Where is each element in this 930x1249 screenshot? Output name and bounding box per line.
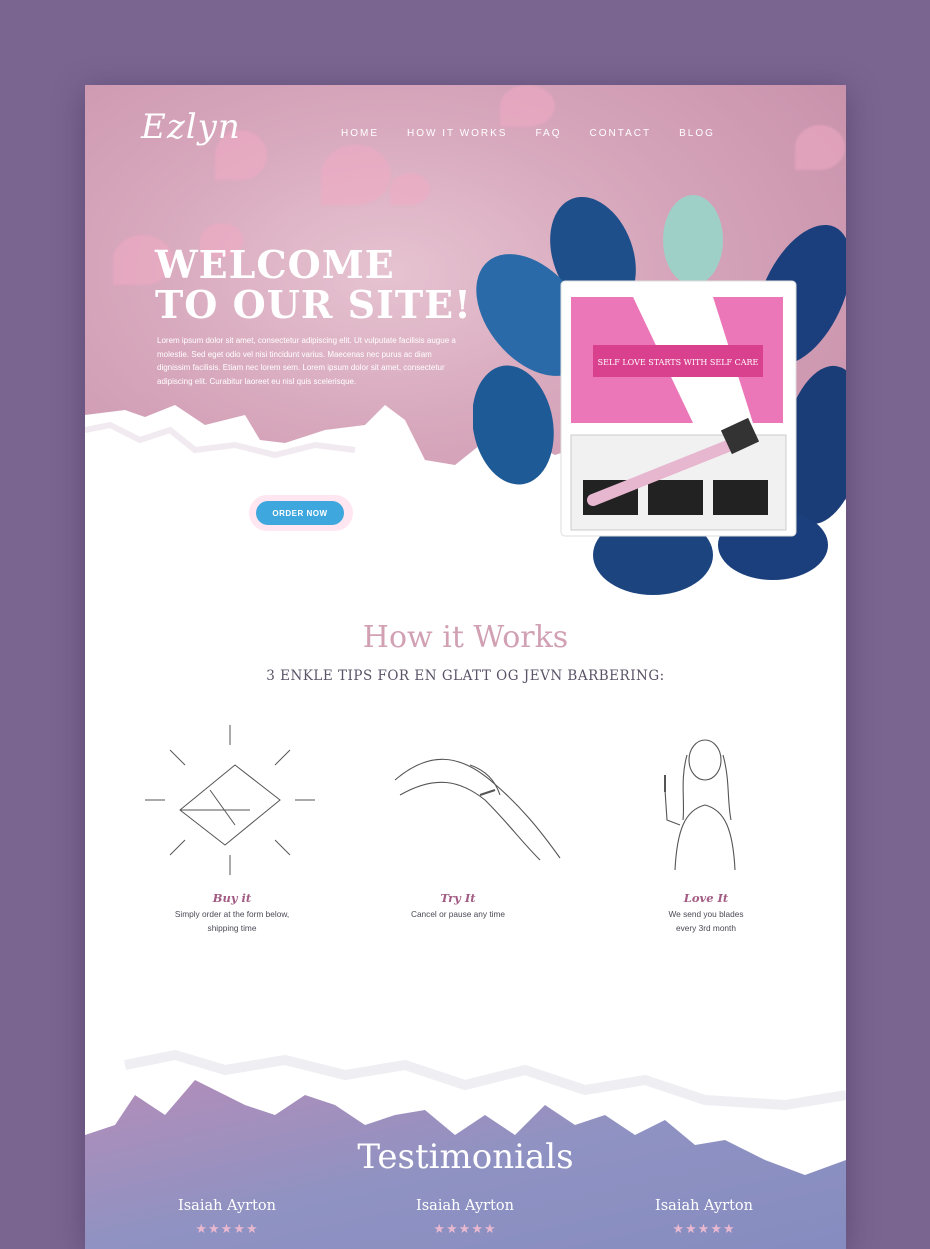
nav-contact[interactable]: CONTACT <box>590 128 652 139</box>
how-it-works-title: How it Works <box>362 620 569 655</box>
testimonial-name: Isaiah Ayrton <box>178 1198 276 1214</box>
hero-title-line-2: TO OUR SITE! <box>155 282 472 327</box>
star-rating: ★★★★★ <box>195 1221 259 1236</box>
step-title: Try It <box>440 891 476 905</box>
step-text-line-2: every 3rd month <box>676 923 736 933</box>
petal-decoration <box>795 125 845 170</box>
step-title: Buy it <box>212 891 252 905</box>
envelope-sketch-icon <box>145 725 315 875</box>
main-nav: HOME HOW IT WORKS FAQ CONTACT BLOG <box>341 128 715 139</box>
testimonials-title: Testimonials <box>357 1137 574 1177</box>
hero-body-text: Lorem ipsum dolor sit amet, consectetur … <box>157 336 456 386</box>
nav-home[interactable]: HOME <box>341 128 379 139</box>
nav-faq[interactable]: FAQ <box>535 128 561 139</box>
petal-decoration <box>390 173 430 205</box>
nav-how-it-works[interactable]: HOW IT WORKS <box>407 128 507 139</box>
product-box-illustration: SELF LOVE STARTS WITH SELF CARE <box>473 195 846 595</box>
step-text-line-1: Simply order at the form below, <box>174 909 290 919</box>
hero-title-line-1: WELCOME <box>155 242 395 287</box>
hero-title: WELCOME TO OUR SITE! <box>155 245 472 325</box>
woman-with-razor-sketch-icon <box>664 739 736 870</box>
leg-shaving-sketch-icon <box>394 758 561 861</box>
brand-logo[interactable]: Ezlyn <box>141 107 241 147</box>
petal-decoration <box>500 85 555 127</box>
step-title: Love It <box>683 891 729 905</box>
nav-blog[interactable]: BLOG <box>679 128 715 139</box>
box-banner-text: SELF LOVE STARTS WITH SELF CARE <box>598 358 759 367</box>
how-it-works-subtitle: 3 ENKLE TIPS FOR EN GLATT OG JEVN BARBER… <box>266 668 665 684</box>
star-rating: ★★★★★ <box>433 1221 497 1236</box>
landing-page: Ezlyn HOME HOW IT WORKS FAQ CONTACT BLOG… <box>85 85 846 1249</box>
step-text-line-1: We send you blades <box>668 909 744 919</box>
testimonial-name: Isaiah Ayrton <box>655 1198 753 1214</box>
order-now-button[interactable]: ORDER NOW <box>256 501 344 525</box>
testimonial-name: Isaiah Ayrton <box>416 1198 514 1214</box>
step-text-line-1: Cancel or pause any time <box>410 909 506 919</box>
star-rating: ★★★★★ <box>672 1221 736 1236</box>
petal-decoration <box>321 145 391 205</box>
step-text-line-2: shipping time <box>207 923 257 933</box>
